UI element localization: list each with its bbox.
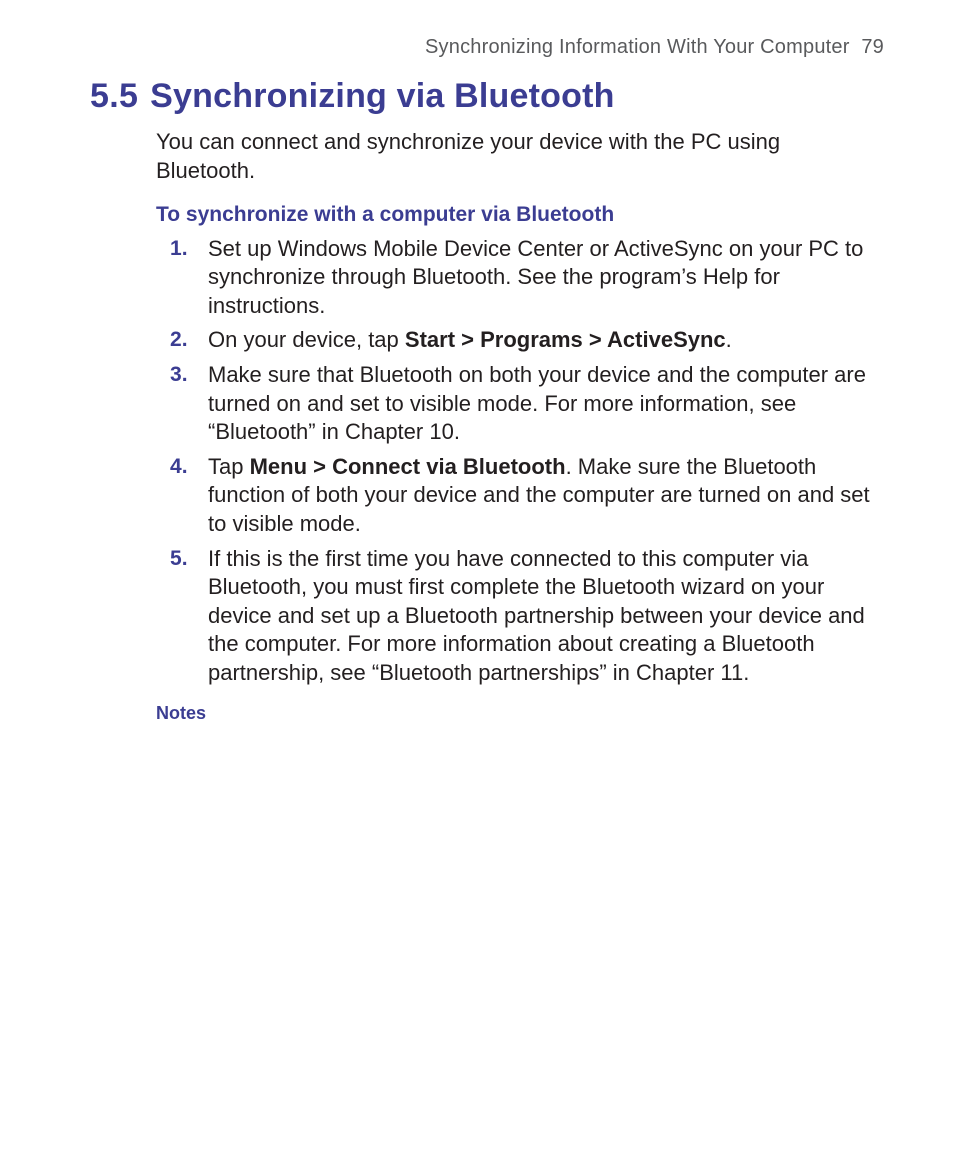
chapter-title: Synchronizing Information With Your Comp… — [425, 36, 850, 58]
intro-paragraph: You can connect and synchronize your dev… — [156, 128, 884, 185]
step-2: On your device, tap Start > Programs > A… — [156, 326, 884, 355]
step-4-pre: Tap — [208, 454, 250, 479]
step-1-text: Set up Windows Mobile Device Center or A… — [208, 236, 863, 318]
document-page: Synchronizing Information With Your Comp… — [0, 0, 954, 725]
step-5-text: If this is the first time you have conne… — [208, 546, 865, 685]
page-number: 79 — [861, 34, 884, 60]
running-header: Synchronizing Information With Your Comp… — [90, 34, 884, 60]
step-3-text: Make sure that Bluetooth on both your de… — [208, 362, 866, 444]
step-2-post: . — [726, 327, 732, 352]
notes-label: Notes — [156, 702, 884, 725]
subheading: To synchronize with a computer via Bluet… — [156, 201, 884, 228]
steps-list: Set up Windows Mobile Device Center or A… — [156, 235, 884, 688]
step-3: Make sure that Bluetooth on both your de… — [156, 361, 884, 447]
section-heading: 5.5 Synchronizing via Bluetooth — [90, 74, 884, 118]
step-2-bold: Start > Programs > ActiveSync — [405, 327, 726, 352]
step-5: If this is the first time you have conne… — [156, 545, 884, 688]
step-4-bold: Menu > Connect via Bluetooth — [250, 454, 566, 479]
section-title: Synchronizing via Bluetooth — [150, 74, 614, 118]
section-number: 5.5 — [90, 74, 138, 118]
step-2-pre: On your device, tap — [208, 327, 405, 352]
step-4: Tap Menu > Connect via Bluetooth. Make s… — [156, 453, 884, 539]
step-1: Set up Windows Mobile Device Center or A… — [156, 235, 884, 321]
